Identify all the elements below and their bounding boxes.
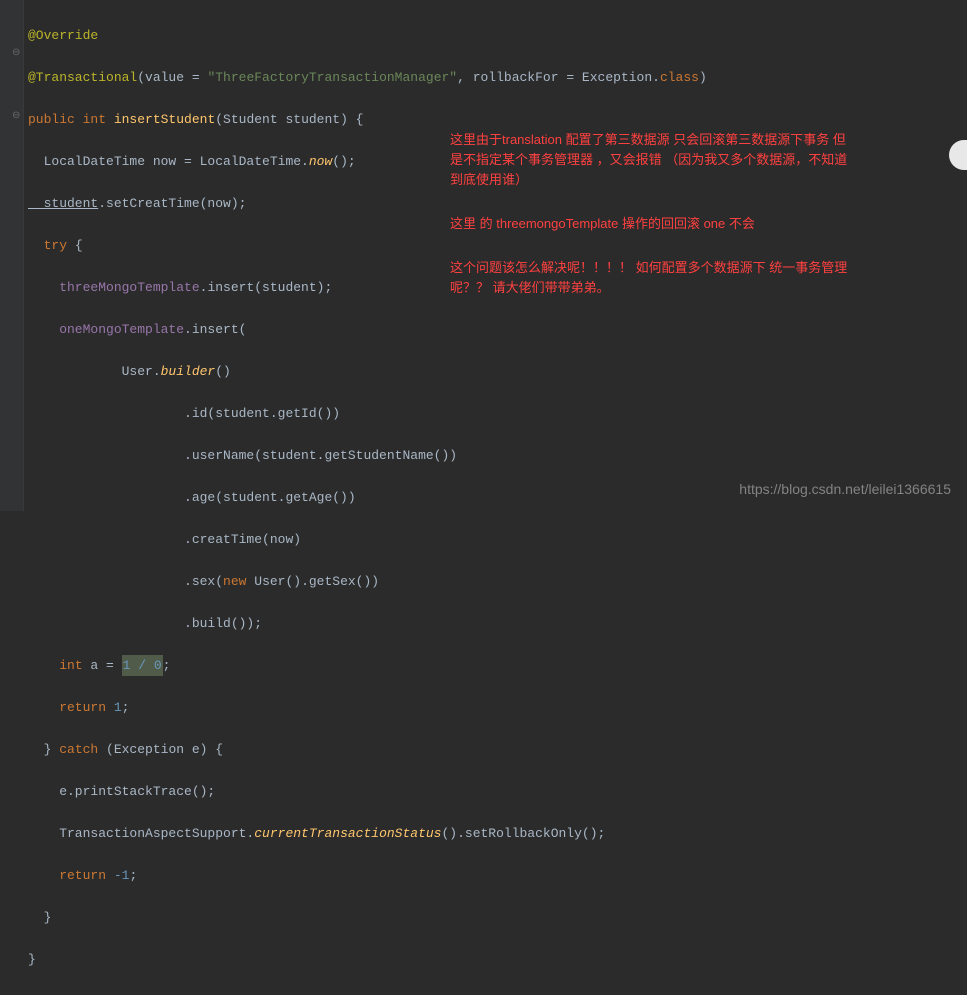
- code-line: }: [28, 907, 967, 928]
- code-line: public int insertStudent(Student student…: [28, 109, 967, 130]
- overlay-annotations: 这里由于translation 配置了第三数据源 只会回滚第三数据源下事务 但 …: [450, 130, 950, 322]
- code-line: .build());: [28, 613, 967, 634]
- code-line: @Override: [28, 25, 967, 46]
- annotation-text: 呢？？ 请大佬们带带弟弟。: [450, 278, 950, 298]
- code-line: TransactionAspectSupport.currentTransact…: [28, 823, 967, 844]
- annotation-text: 是不指定某个事务管理器 ，又会报错 （因为我又多个数据源，不知道: [450, 150, 950, 170]
- code-line: .creatTime(now): [28, 529, 967, 550]
- watermark-text: https://blog.csdn.net/leilei1366615: [739, 481, 951, 497]
- code-line: }: [28, 949, 967, 970]
- gutter-margin: ⊖ ⊖: [0, 0, 24, 511]
- annotation-block: 这里 的 threemongoTemplate 操作的回回滚 one 不会: [450, 214, 950, 234]
- fold-marker-icon[interactable]: ⊖: [12, 110, 20, 122]
- code-line: } catch (Exception e) {: [28, 739, 967, 760]
- annotation-block: 这个问题该怎么解决呢！！！！ 如何配置多个数据源下 统一事务管理 呢？？ 请大佬…: [450, 258, 950, 298]
- code-line: return -1;: [28, 865, 967, 886]
- code-line: oneMongoTemplate.insert(: [28, 319, 967, 340]
- code-line: User.builder(): [28, 361, 967, 382]
- annotation-text: 到底使用谁）: [450, 170, 950, 190]
- annotation-text: 这个问题该怎么解决呢！！！！ 如何配置多个数据源下 统一事务管理: [450, 258, 950, 278]
- code-line: .id(student.getId()): [28, 403, 967, 424]
- code-line: int a = 1 / 0;: [28, 655, 967, 676]
- code-line: @Transactional(value = "ThreeFactoryTran…: [28, 67, 967, 88]
- code-line: e.printStackTrace();: [28, 781, 967, 802]
- annotation-text: 这里由于translation 配置了第三数据源 只会回滚第三数据源下事务 但: [450, 130, 950, 150]
- code-line: return 1;: [28, 697, 967, 718]
- annotation-text: 这里 的 threemongoTemplate 操作的回回滚 one 不会: [450, 214, 950, 234]
- code-line: .sex(new User().getSex()): [28, 571, 967, 592]
- annotation-block: 这里由于translation 配置了第三数据源 只会回滚第三数据源下事务 但 …: [450, 130, 950, 190]
- code-line: .userName(student.getStudentName()): [28, 445, 967, 466]
- fold-marker-icon[interactable]: ⊖: [12, 47, 20, 59]
